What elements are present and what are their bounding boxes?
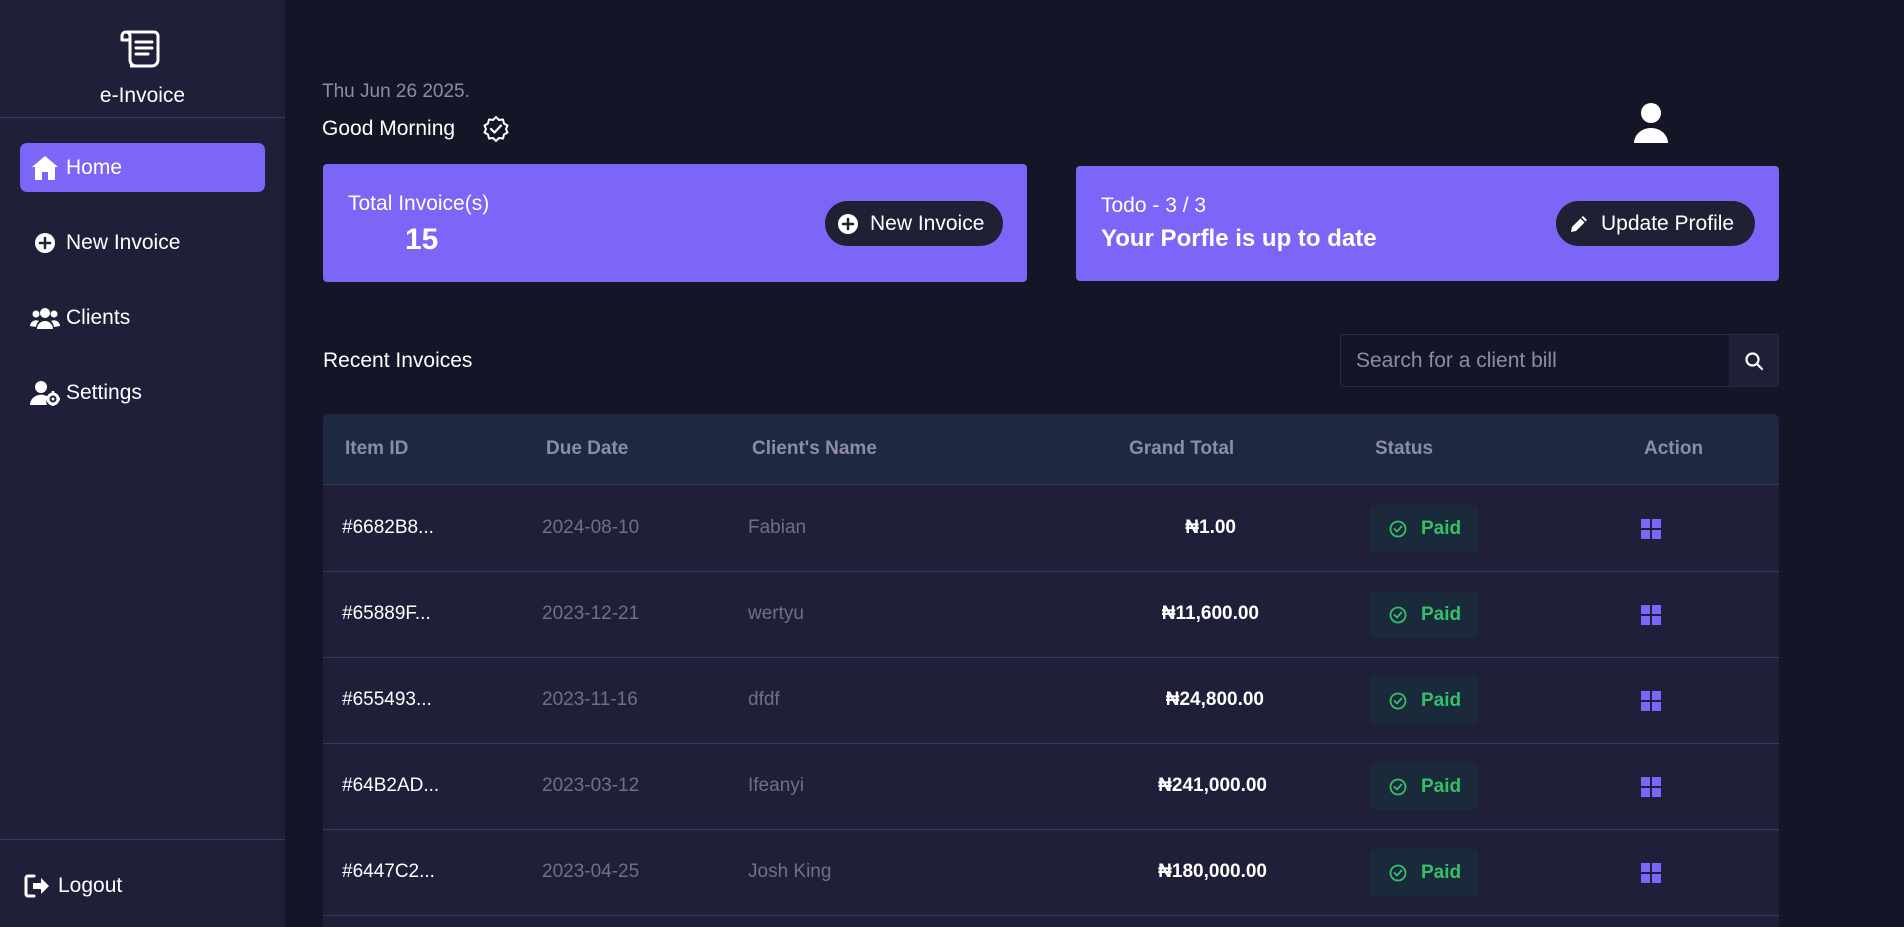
status-text: Paid	[1421, 689, 1462, 711]
column-header-item-id: Item ID	[345, 438, 409, 459]
client-name: wertyu	[748, 603, 804, 624]
brand: e-Invoice	[0, 0, 285, 118]
item-id: #6682B8...	[342, 517, 434, 538]
column-header-grand-total: Grand Total	[1129, 438, 1235, 459]
table-row[interactable]: #64B2AD... 2023-03-12 Ifeanyi ₦241,000.0…	[323, 744, 1779, 830]
check-circle-icon	[1389, 520, 1407, 537]
plus-circle-icon	[836, 212, 860, 236]
sidebar-item-label: Clients	[66, 305, 131, 329]
update-profile-button[interactable]: Update Profile	[1556, 201, 1755, 246]
logout-label: Logout	[58, 874, 123, 897]
new-invoice-button-label: New Invoice	[870, 211, 985, 235]
search-bar	[1340, 334, 1779, 387]
greeting-text: Good Morning	[322, 117, 456, 140]
sidebar-item-label: New Invoice	[66, 230, 181, 254]
grand-total: ₦241,000.00	[1158, 775, 1267, 796]
status-badge: Paid	[1370, 849, 1478, 896]
check-circle-icon	[1389, 692, 1407, 709]
user-gear-icon	[30, 379, 60, 407]
check-circle-icon	[1389, 606, 1407, 623]
status-text: Paid	[1421, 603, 1462, 625]
client-name: Ifeanyi	[748, 775, 804, 796]
status-text: Paid	[1421, 517, 1462, 539]
search-button[interactable]	[1729, 335, 1778, 386]
total-invoices-count: 15	[405, 223, 439, 256]
check-circle-icon	[1389, 864, 1407, 881]
home-icon	[30, 154, 60, 182]
item-id: #64B2AD...	[342, 775, 440, 796]
logout-icon	[22, 872, 52, 900]
todo-label: Todo - 3 / 3	[1101, 194, 1207, 217]
due-date: 2023-03-12	[542, 775, 640, 796]
client-name: Josh King	[748, 861, 832, 882]
table-header: Item ID Due Date Client's Name Grand Tot…	[323, 414, 1779, 485]
grand-total: ₦180,000.00	[1158, 861, 1267, 882]
table-row[interactable]: #6447C2... 2023-04-25 Josh King ₦180,000…	[323, 830, 1779, 916]
total-invoices-card: Total Invoice(s) 15 New Invoice	[323, 164, 1027, 282]
grand-total: ₦1.00	[1185, 517, 1236, 538]
verified-badge-icon	[483, 116, 509, 142]
check-circle-icon	[1389, 778, 1407, 795]
table-row[interactable]: #65889F... 2023-12-21 wertyu ₦11,600.00 …	[323, 572, 1779, 658]
table-row[interactable]: #655493... 2023-11-16 dfdf ₦24,800.00 Pa…	[323, 658, 1779, 744]
invoices-table: Item ID Due Date Client's Name Grand Tot…	[323, 414, 1779, 927]
users-icon	[30, 304, 60, 332]
sidebar: e-Invoice Home New Invoice Clients Setti	[0, 0, 285, 927]
sidebar-item-clients[interactable]: Clients	[20, 293, 265, 342]
todo-card: Todo - 3 / 3 Your Porfle is up to date U…	[1076, 166, 1779, 281]
user-avatar-icon[interactable]	[1632, 102, 1670, 144]
column-header-due-date: Due Date	[546, 438, 629, 459]
status-badge: Paid	[1370, 677, 1478, 724]
table-row[interactable]: #6682B8... 2024-08-10 Fabian ₦1.00 Paid	[323, 486, 1779, 572]
sidebar-item-label: Home	[66, 155, 123, 179]
sidebar-divider	[0, 839, 285, 840]
item-id: #6447C2...	[342, 861, 435, 882]
brand-name: e-Invoice	[99, 84, 186, 107]
grid-icon[interactable]	[1641, 777, 1661, 797]
status-badge: Paid	[1370, 505, 1478, 552]
sidebar-item-home[interactable]: Home	[20, 143, 265, 192]
logout-button[interactable]: Logout	[22, 872, 122, 900]
due-date: 2023-04-25	[542, 861, 640, 882]
due-date: 2024-08-10	[542, 517, 640, 538]
search-input[interactable]	[1341, 335, 1729, 386]
sidebar-item-new-invoice[interactable]: New Invoice	[20, 218, 265, 267]
grid-icon[interactable]	[1641, 605, 1661, 625]
item-id: #655493...	[342, 689, 432, 710]
due-date: 2023-11-16	[542, 689, 638, 710]
column-header-client-name: Client's Name	[752, 438, 877, 459]
grand-total: ₦11,600.00	[1161, 603, 1259, 624]
status-badge: Paid	[1370, 591, 1478, 638]
greeting: Good Morning	[322, 115, 510, 143]
scroll-icon	[120, 30, 160, 68]
column-header-action: Action	[1644, 438, 1704, 459]
column-header-status: Status	[1375, 438, 1434, 459]
client-name: dfdf	[748, 689, 780, 710]
total-invoices-label: Total Invoice(s)	[348, 192, 490, 215]
current-date: Thu Jun 26 2025.	[322, 81, 470, 102]
search-icon	[1744, 351, 1763, 370]
grid-icon[interactable]	[1641, 863, 1661, 883]
item-id: #65889F...	[342, 603, 431, 624]
grid-icon[interactable]	[1641, 691, 1661, 711]
plus-circle-icon	[30, 229, 60, 257]
todo-message: Your Porfle is up to date	[1101, 225, 1377, 252]
recent-invoices-title: Recent Invoices	[323, 349, 473, 372]
new-invoice-button[interactable]: New Invoice	[825, 201, 1003, 246]
due-date: 2023-12-21	[542, 603, 640, 624]
sidebar-item-label: Settings	[66, 380, 142, 404]
sidebar-item-settings[interactable]: Settings	[20, 368, 265, 417]
update-profile-button-label: Update Profile	[1601, 211, 1735, 235]
status-text: Paid	[1421, 775, 1462, 797]
client-name: Fabian	[748, 517, 807, 538]
status-badge: Paid	[1370, 763, 1478, 810]
app-root: e-Invoice Home New Invoice Clients Setti	[0, 0, 1904, 927]
status-text: Paid	[1421, 861, 1462, 883]
pencil-icon	[1567, 212, 1591, 236]
grand-total: ₦24,800.00	[1165, 689, 1264, 710]
grid-icon[interactable]	[1641, 519, 1661, 539]
